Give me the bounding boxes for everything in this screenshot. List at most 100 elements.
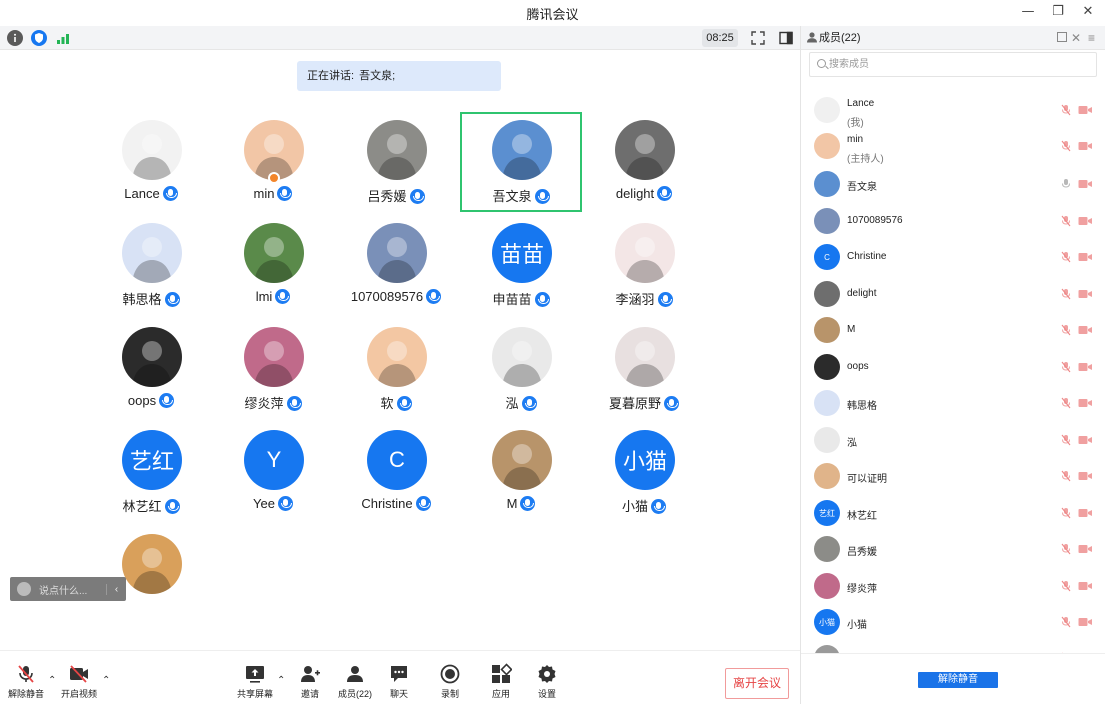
participant-tile[interactable]: 泓: [460, 319, 582, 419]
member-row[interactable]: 艺红 林艺红: [801, 497, 1105, 531]
participant-tile[interactable]: 韩思格: [90, 215, 212, 315]
chat-input-pill[interactable]: 说点什么... ‹: [10, 577, 126, 601]
participant-tile[interactable]: 软: [335, 319, 457, 419]
participant-tile[interactable]: delight: [583, 112, 705, 212]
member-row[interactable]: oops: [801, 351, 1105, 385]
video-off-icon[interactable]: [1078, 435, 1093, 445]
video-off-icon[interactable]: [1078, 508, 1093, 518]
member-row[interactable]: Lance (我): [801, 94, 1105, 129]
unmute-all-button[interactable]: 解除静音: [918, 672, 998, 688]
participant-name: 夏暮原野: [585, 393, 703, 412]
share-options-caret[interactable]: ⌃: [277, 675, 285, 686]
video-off-icon[interactable]: [1078, 581, 1093, 591]
mic-muted-icon[interactable]: [1060, 104, 1072, 116]
member-row[interactable]: C Christine: [801, 241, 1105, 275]
participant-tile[interactable]: Lance: [90, 112, 212, 212]
participant-name-text: lmi: [255, 289, 273, 304]
member-row[interactable]: 韩思格: [801, 387, 1105, 421]
mic-options-caret[interactable]: ⌃: [48, 675, 56, 686]
mic-muted-icon[interactable]: [1060, 251, 1072, 263]
member-name: 1070089576: [847, 215, 903, 226]
member-list: Lance (我) min (主持人) 吾文泉 1070089576 C Christine d…: [801, 88, 1105, 653]
record-button[interactable]: 录制: [428, 663, 472, 700]
video-off-icon[interactable]: [1078, 141, 1093, 151]
members-button[interactable]: 成员(22): [333, 663, 377, 700]
video-off-icon[interactable]: [1078, 617, 1093, 627]
mic-muted-icon[interactable]: [1060, 215, 1072, 227]
video-off-icon[interactable]: [1078, 471, 1093, 481]
participant-tile[interactable]: 吕秀媛: [335, 112, 457, 212]
participant-tile[interactable]: 夏暮原野: [583, 319, 705, 419]
participant-tile[interactable]: 苗苗 申苗苗: [460, 215, 582, 315]
mic-muted-icon[interactable]: [1060, 616, 1072, 628]
mic-muted-icon[interactable]: [1060, 140, 1072, 152]
participant-name-text: Yee: [253, 496, 275, 511]
popout-icon[interactable]: [1057, 32, 1067, 42]
chat-button[interactable]: 聊天: [377, 663, 421, 700]
invite-button[interactable]: 邀请: [288, 663, 332, 700]
close-icon[interactable]: ✕: [1081, 4, 1095, 20]
video-off-icon[interactable]: [1078, 216, 1093, 226]
mic-muted-icon[interactable]: [1060, 507, 1072, 519]
member-row[interactable]: 可以证明: [801, 460, 1105, 494]
video-off-icon[interactable]: [1078, 179, 1093, 189]
member-row[interactable]: M: [801, 314, 1105, 348]
apps-button[interactable]: 应用: [479, 663, 523, 700]
mic-muted-icon[interactable]: [1060, 397, 1072, 409]
member-row[interactable]: delight: [801, 278, 1105, 312]
participant-tile[interactable]: oops: [90, 319, 212, 419]
participant-tile[interactable]: 艺红 林艺红: [90, 422, 212, 522]
participant-tile[interactable]: C Christine: [335, 422, 457, 522]
participant-name: 小猫: [585, 496, 703, 515]
mic-muted-icon[interactable]: [1060, 543, 1072, 555]
member-search-input[interactable]: [829, 55, 1089, 74]
participant-tile[interactable]: 小猫 小猫: [583, 422, 705, 522]
participant-tile[interactable]: Y Yee: [212, 422, 334, 522]
participant-name-text: 软: [380, 396, 394, 411]
mic-muted-icon[interactable]: [1060, 361, 1072, 373]
participant-tile[interactable]: 缪炎萍: [212, 319, 334, 419]
video-off-icon[interactable]: [1078, 544, 1093, 554]
mic-muted-icon[interactable]: [1060, 288, 1072, 300]
settings-button[interactable]: 设置: [525, 663, 569, 700]
participant-tile[interactable]: 吾文泉: [460, 112, 582, 212]
leave-meeting-button[interactable]: 离开会议: [725, 668, 789, 699]
member-row[interactable]: 缪炎萍: [801, 570, 1105, 604]
mic-muted-icon[interactable]: [1060, 580, 1072, 592]
mic-muted-icon[interactable]: [1060, 470, 1072, 482]
member-row[interactable]: 小猫 小猫: [801, 606, 1105, 640]
mic-muted-icon[interactable]: [1060, 324, 1072, 336]
share-screen-button[interactable]: 共享屏幕: [233, 663, 277, 700]
minimize-icon[interactable]: —: [1021, 4, 1035, 20]
start-video-button[interactable]: 开启视频: [57, 663, 101, 700]
video-off-icon[interactable]: [1078, 362, 1093, 372]
member-row[interactable]: min (主持人): [801, 130, 1105, 165]
member-row[interactable]: 1070089576: [801, 205, 1105, 239]
participant-tile[interactable]: min: [212, 112, 334, 212]
panel-menu-icon[interactable]: ≡: [1088, 26, 1095, 50]
participant-tile[interactable]: 1070089576: [335, 215, 457, 315]
video-off-icon[interactable]: [1078, 289, 1093, 299]
emoji-icon[interactable]: [17, 582, 31, 596]
mic-muted-icon[interactable]: [1060, 434, 1072, 446]
member-avatar-initials: 小猫: [819, 617, 835, 627]
mic-status-icon: [664, 396, 679, 411]
video-off-icon[interactable]: [1078, 252, 1093, 262]
chevron-left-icon[interactable]: ‹: [106, 583, 126, 595]
member-row[interactable]: 吾文泉: [801, 168, 1105, 202]
participant-tile[interactable]: M: [460, 422, 582, 522]
member-row[interactable]: [801, 642, 1105, 653]
video-options-caret[interactable]: ⌃: [102, 675, 110, 686]
unmute-button[interactable]: 解除静音: [4, 663, 48, 700]
member-row[interactable]: 泓: [801, 424, 1105, 458]
participant-tile[interactable]: lmi: [212, 215, 334, 315]
video-off-icon[interactable]: [1078, 105, 1093, 115]
member-row[interactable]: 吕秀媛: [801, 533, 1105, 567]
video-off-icon[interactable]: [1078, 325, 1093, 335]
close-panel-icon[interactable]: ✕: [1071, 26, 1081, 50]
video-off-icon[interactable]: [1078, 398, 1093, 408]
mic-icon[interactable]: [1060, 178, 1072, 190]
restore-icon[interactable]: ❐: [1051, 4, 1065, 20]
participant-name-text: 夏暮原野: [608, 396, 661, 411]
participant-tile[interactable]: 李涵羽: [583, 215, 705, 315]
